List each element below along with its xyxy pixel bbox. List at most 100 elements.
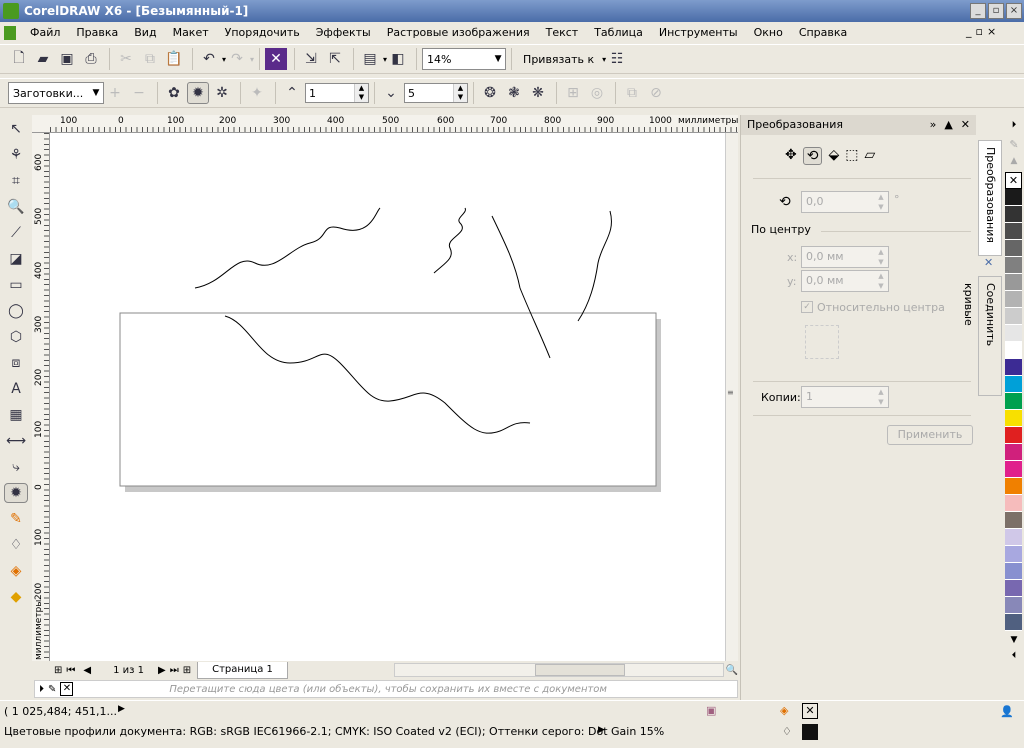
menu-bitmaps[interactable]: Растровые изображения: [387, 22, 530, 44]
polygon-tool-icon[interactable]: ⬡: [4, 327, 28, 347]
size-icon[interactable]: ⬚: [845, 147, 858, 165]
color-swatch[interactable]: [1005, 495, 1022, 512]
smear-icon[interactable]: ✿: [163, 82, 185, 104]
color-swatch[interactable]: [1005, 376, 1022, 393]
open-icon[interactable]: ▰: [32, 48, 54, 70]
last-page-icon[interactable]: ⏭: [170, 665, 179, 676]
roughen-tool-icon[interactable]: ✹: [4, 483, 28, 503]
user-icon[interactable]: 👤: [1000, 705, 1014, 718]
amplitude-stepper[interactable]: 5 ▲ ▼: [404, 83, 468, 103]
print-icon[interactable]: ⎙: [80, 48, 102, 70]
options-icon[interactable]: ☷: [606, 48, 628, 70]
curve[interactable]: [194, 207, 381, 289]
color-swatch[interactable]: [1005, 563, 1022, 580]
color-swatch[interactable]: [1005, 410, 1022, 427]
menu-view[interactable]: Вид: [134, 22, 156, 44]
color-swatch[interactable]: [1005, 325, 1022, 342]
smart-fill-icon[interactable]: ◪: [4, 249, 28, 269]
drawing-canvas[interactable]: [50, 133, 725, 661]
document-palette[interactable]: ⏵ ✎ ✕ Перетащите сюда цвета (или объекты…: [34, 680, 738, 698]
color-swatch[interactable]: [1005, 189, 1022, 206]
menu-effects[interactable]: Эффекты: [316, 22, 371, 44]
color-swatch[interactable]: [1005, 427, 1022, 444]
palette-menu-icon[interactable]: ⏵: [39, 684, 44, 695]
paste-icon[interactable]: 📋: [163, 48, 185, 70]
eyedropper-icon[interactable]: ✎: [1005, 138, 1023, 156]
next-page-icon[interactable]: ▶: [158, 665, 166, 676]
snap-to-button[interactable]: Привязать к: [523, 53, 594, 66]
color-swatch[interactable]: [1005, 512, 1022, 529]
interactive-fill-icon[interactable]: ◆: [4, 587, 28, 607]
close-icon[interactable]: ✕: [961, 115, 970, 135]
scroll-up-icon[interactable]: ▲: [1005, 156, 1023, 172]
skew-icon[interactable]: ▱: [864, 147, 875, 165]
palette-menu-icon[interactable]: ⏵: [1005, 120, 1023, 138]
application-launcher-icon[interactable]: ▤: [359, 48, 381, 70]
relative-center-checkbox[interactable]: ✓: [801, 301, 813, 313]
menu-arrange[interactable]: Упорядочить: [225, 22, 300, 44]
color-swatch[interactable]: [1005, 359, 1022, 376]
connector-tool-icon[interactable]: ⤷: [4, 457, 28, 477]
crop-tool-icon[interactable]: ⌗: [4, 171, 28, 191]
doc-minimize-button[interactable]: _: [966, 25, 972, 38]
color-swatch[interactable]: [1005, 529, 1022, 546]
dimension-tool-icon[interactable]: ⟷: [4, 431, 28, 451]
outline-pen-icon[interactable]: ♢: [4, 535, 28, 555]
close-button[interactable]: ×: [1006, 3, 1022, 19]
color-swatch[interactable]: [1005, 291, 1022, 308]
spin-arrows[interactable]: ▲ ▼: [874, 247, 888, 267]
fill-none-swatch[interactable]: ✕: [802, 703, 818, 719]
cut-icon[interactable]: ✂: [115, 48, 137, 70]
menu-edit[interactable]: Правка: [76, 22, 118, 44]
zoom-navigator-icon[interactable]: 🔍: [726, 665, 738, 676]
menu-tools[interactable]: Инструменты: [659, 22, 738, 44]
anchor-grid[interactable]: [805, 325, 839, 359]
color-swatch[interactable]: [1005, 308, 1022, 325]
save-icon[interactable]: ▣: [56, 48, 78, 70]
attract-icon[interactable]: ✦: [246, 82, 268, 104]
eyedropper-icon[interactable]: ✎: [48, 684, 56, 695]
rotate-icon[interactable]: ⟲: [802, 147, 823, 165]
shape-tool-icon[interactable]: ⚘: [4, 145, 28, 165]
close-tab-icon[interactable]: ✕: [984, 256, 993, 269]
prev-page-icon[interactable]: ◀: [83, 665, 91, 676]
color-swatch[interactable]: [1005, 393, 1022, 410]
presets-select[interactable]: Заготовки... ▼: [8, 82, 104, 104]
spin-arrows[interactable]: ▲ ▼: [874, 387, 888, 407]
table-tool-icon[interactable]: ▦: [4, 405, 28, 425]
scroll-down-icon[interactable]: ▼: [1005, 635, 1023, 651]
export-icon[interactable]: ⇱: [324, 48, 346, 70]
freehand-tool-icon[interactable]: ⟋: [4, 223, 28, 243]
no-color-swatch[interactable]: ✕: [60, 682, 74, 696]
color-swatch[interactable]: [1005, 614, 1022, 631]
horizontal-scrollbar[interactable]: [393, 663, 724, 677]
minimize-button[interactable]: _: [970, 3, 986, 19]
color-swatch[interactable]: [1005, 240, 1022, 257]
color-palette[interactable]: ⏵ ✎ ▲ ✕ ▼ ⏴: [1005, 120, 1023, 667]
apply-button[interactable]: Применить: [887, 425, 973, 445]
angle-field[interactable]: 0,0 ▲ ▼: [801, 191, 889, 213]
repel-icon[interactable]: ❋: [527, 82, 549, 104]
spin-arrows[interactable]: ▲ ▼: [874, 271, 888, 291]
direction-icon[interactable]: ❃: [503, 82, 525, 104]
expand-icon[interactable]: ▶: [118, 704, 125, 714]
first-page-icon[interactable]: ⏮: [66, 665, 75, 676]
tab-transformations[interactable]: Преобразования: [978, 140, 1002, 256]
redo-icon[interactable]: ↷: [226, 48, 248, 70]
fill-tool-icon[interactable]: ◈: [4, 561, 28, 581]
spin-arrows[interactable]: ▲ ▼: [453, 84, 467, 102]
page-tab[interactable]: Страница 1: [197, 661, 288, 679]
color-swatch[interactable]: [1005, 546, 1022, 563]
tab-join-curves[interactable]: Соединить кривые: [962, 276, 1002, 396]
scale-mirror-icon[interactable]: ⬙: [828, 147, 839, 165]
curve[interactable]: [433, 207, 466, 274]
color-swatch[interactable]: [1005, 444, 1022, 461]
pressure-icon[interactable]: ❂: [479, 82, 501, 104]
outline-color-swatch[interactable]: [802, 724, 818, 740]
shrink-icon[interactable]: ⊞: [562, 82, 584, 104]
minimize-icon[interactable]: ▲: [944, 115, 952, 135]
doc-close-button[interactable]: ×: [987, 25, 996, 38]
scroll-thumb-grip[interactable]: ≡: [727, 388, 734, 397]
copy-icon[interactable]: ⧉: [139, 48, 161, 70]
collapse-icon[interactable]: »: [930, 115, 937, 135]
